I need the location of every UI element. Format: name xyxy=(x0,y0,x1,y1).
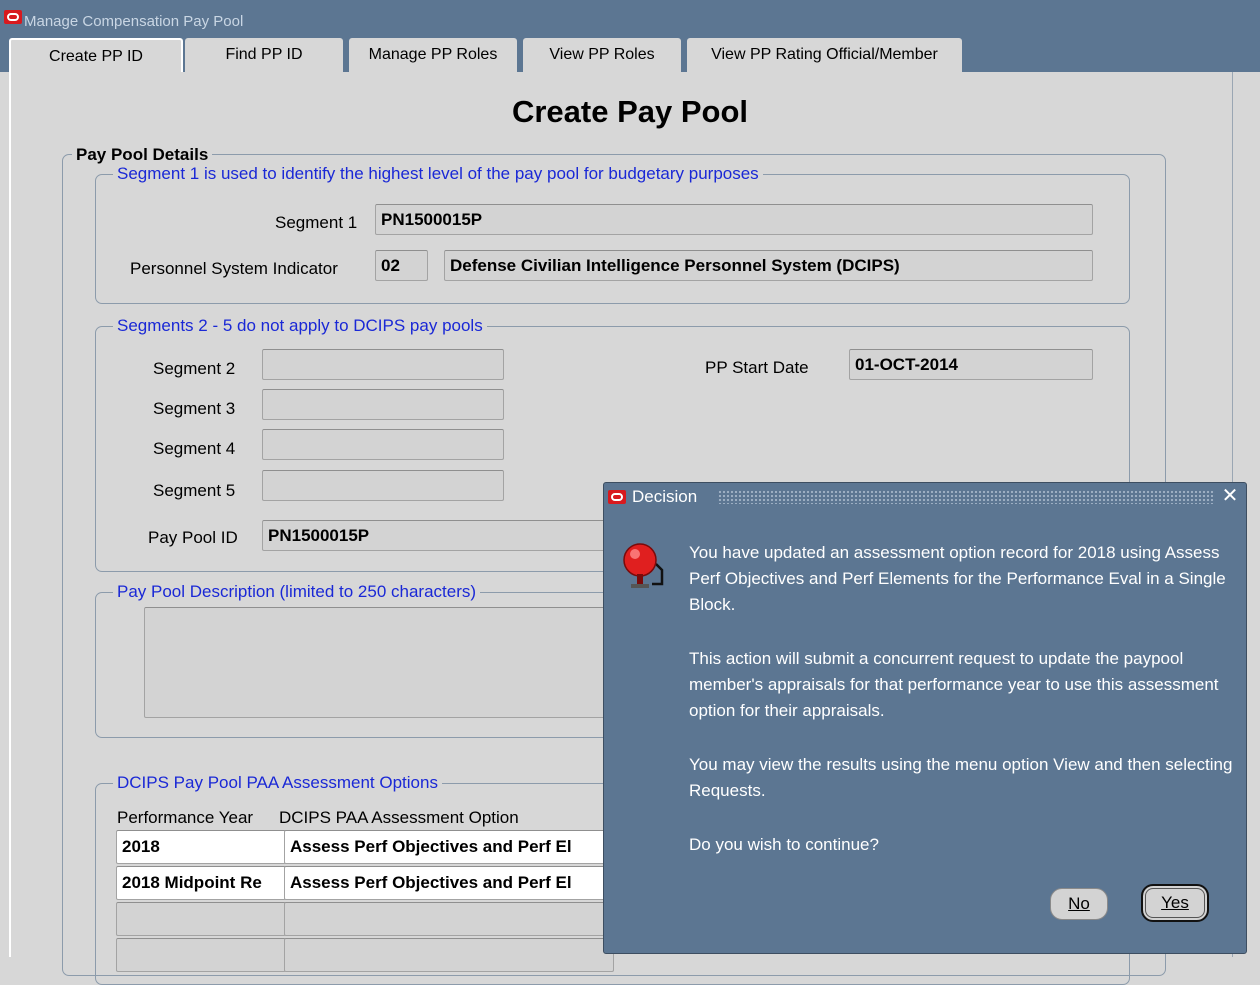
table-row-option-cell[interactable]: Assess Perf Objectives and Perf El xyxy=(284,830,614,864)
assessment-options-legend: DCIPS Pay Pool PAA Assessment Options xyxy=(113,773,442,793)
pp-start-date-label: PP Start Date xyxy=(705,358,809,377)
dialog-message-paragraph: This action will submit a concurrent req… xyxy=(689,649,1219,720)
window-title-bar: Manage Compensation Pay Pool xyxy=(0,0,1260,32)
table-row-option-cell[interactable]: Assess Perf Objectives and Perf El xyxy=(284,866,614,900)
table-row-year-cell[interactable]: 2018 Midpoint Re xyxy=(116,866,286,900)
dialog-title: Decision xyxy=(632,487,698,506)
segment2-label: Segment 2 xyxy=(153,359,236,378)
segment4-label: Segment 4 xyxy=(153,439,236,458)
segment1-label: Segment 1 xyxy=(275,213,358,232)
dialog-message-paragraph: Do you wish to continue? xyxy=(689,835,879,854)
tab-view-pp-roles[interactable]: View PP Roles xyxy=(523,38,681,72)
pay-pool-id-label: Pay Pool ID xyxy=(148,528,238,547)
tab-create-pp-id[interactable]: Create PP ID xyxy=(9,38,183,74)
yes-button[interactable]: Yes xyxy=(1141,884,1209,922)
segment4-field[interactable] xyxy=(262,429,504,460)
yes-button-label: Yes xyxy=(1161,893,1189,912)
segment5-field[interactable] xyxy=(262,470,504,501)
segment1-field[interactable]: PN1500015P xyxy=(375,204,1093,235)
segment5-label: Segment 5 xyxy=(153,481,236,500)
oracle-logo-icon xyxy=(608,490,626,504)
pay-pool-id-field: PN1500015P xyxy=(262,520,607,551)
oracle-logo-icon xyxy=(4,10,22,24)
tab-find-pp-id[interactable]: Find PP ID xyxy=(185,38,343,72)
psi-label: Personnel System Indicator xyxy=(130,259,338,278)
table-row-option-cell[interactable] xyxy=(284,902,614,936)
table-row-option-cell[interactable] xyxy=(284,938,614,972)
segment3-label: Segment 3 xyxy=(153,399,236,418)
close-icon[interactable]: ✕ xyxy=(1220,485,1240,507)
segment2-field[interactable] xyxy=(262,349,504,380)
segment1-group-legend: Segment 1 is used to identify the highes… xyxy=(113,164,763,184)
page-title: Create Pay Pool xyxy=(511,94,749,129)
psi-code-field[interactable]: 02 xyxy=(375,250,428,281)
description-group-legend: Pay Pool Description (limited to 250 cha… xyxy=(113,582,481,602)
window-title: Manage Compensation Pay Pool xyxy=(24,13,244,30)
dialog-message-paragraph: You may view the results using the menu … xyxy=(689,755,1233,800)
column-header-assessment-option: DCIPS PAA Assessment Option xyxy=(279,808,519,827)
pp-start-date-field[interactable]: 01-OCT-2014 xyxy=(849,349,1093,380)
dialog-message: You have updated an assessment option re… xyxy=(689,540,1234,886)
table-row-year-cell[interactable] xyxy=(116,902,286,936)
table-row-year-cell[interactable] xyxy=(116,938,286,972)
no-button-label: No xyxy=(1068,894,1090,913)
bell-alarm-icon xyxy=(623,543,664,588)
segment3-field[interactable] xyxy=(262,389,504,420)
tab-manage-pp-roles[interactable]: Manage PP Roles xyxy=(349,38,517,72)
table-row-year-cell[interactable]: 2018 xyxy=(116,830,286,864)
no-button[interactable]: No xyxy=(1050,888,1108,920)
tab-view-pp-rating-official-member[interactable]: View PP Rating Official/Member xyxy=(687,38,962,72)
segment1-group xyxy=(95,174,1130,304)
dialog-drag-grip[interactable] xyxy=(718,490,1215,504)
segments-group-legend: Segments 2 - 5 do not apply to DCIPS pay… xyxy=(113,316,487,336)
description-textarea[interactable] xyxy=(144,607,624,718)
pay-pool-details-legend: Pay Pool Details xyxy=(72,145,213,165)
psi-description-field: Defense Civilian Intelligence Personnel … xyxy=(444,250,1093,281)
column-header-performance-year: Performance Year xyxy=(117,808,254,827)
dialog-message-paragraph: You have updated an assessment option re… xyxy=(689,543,1226,614)
